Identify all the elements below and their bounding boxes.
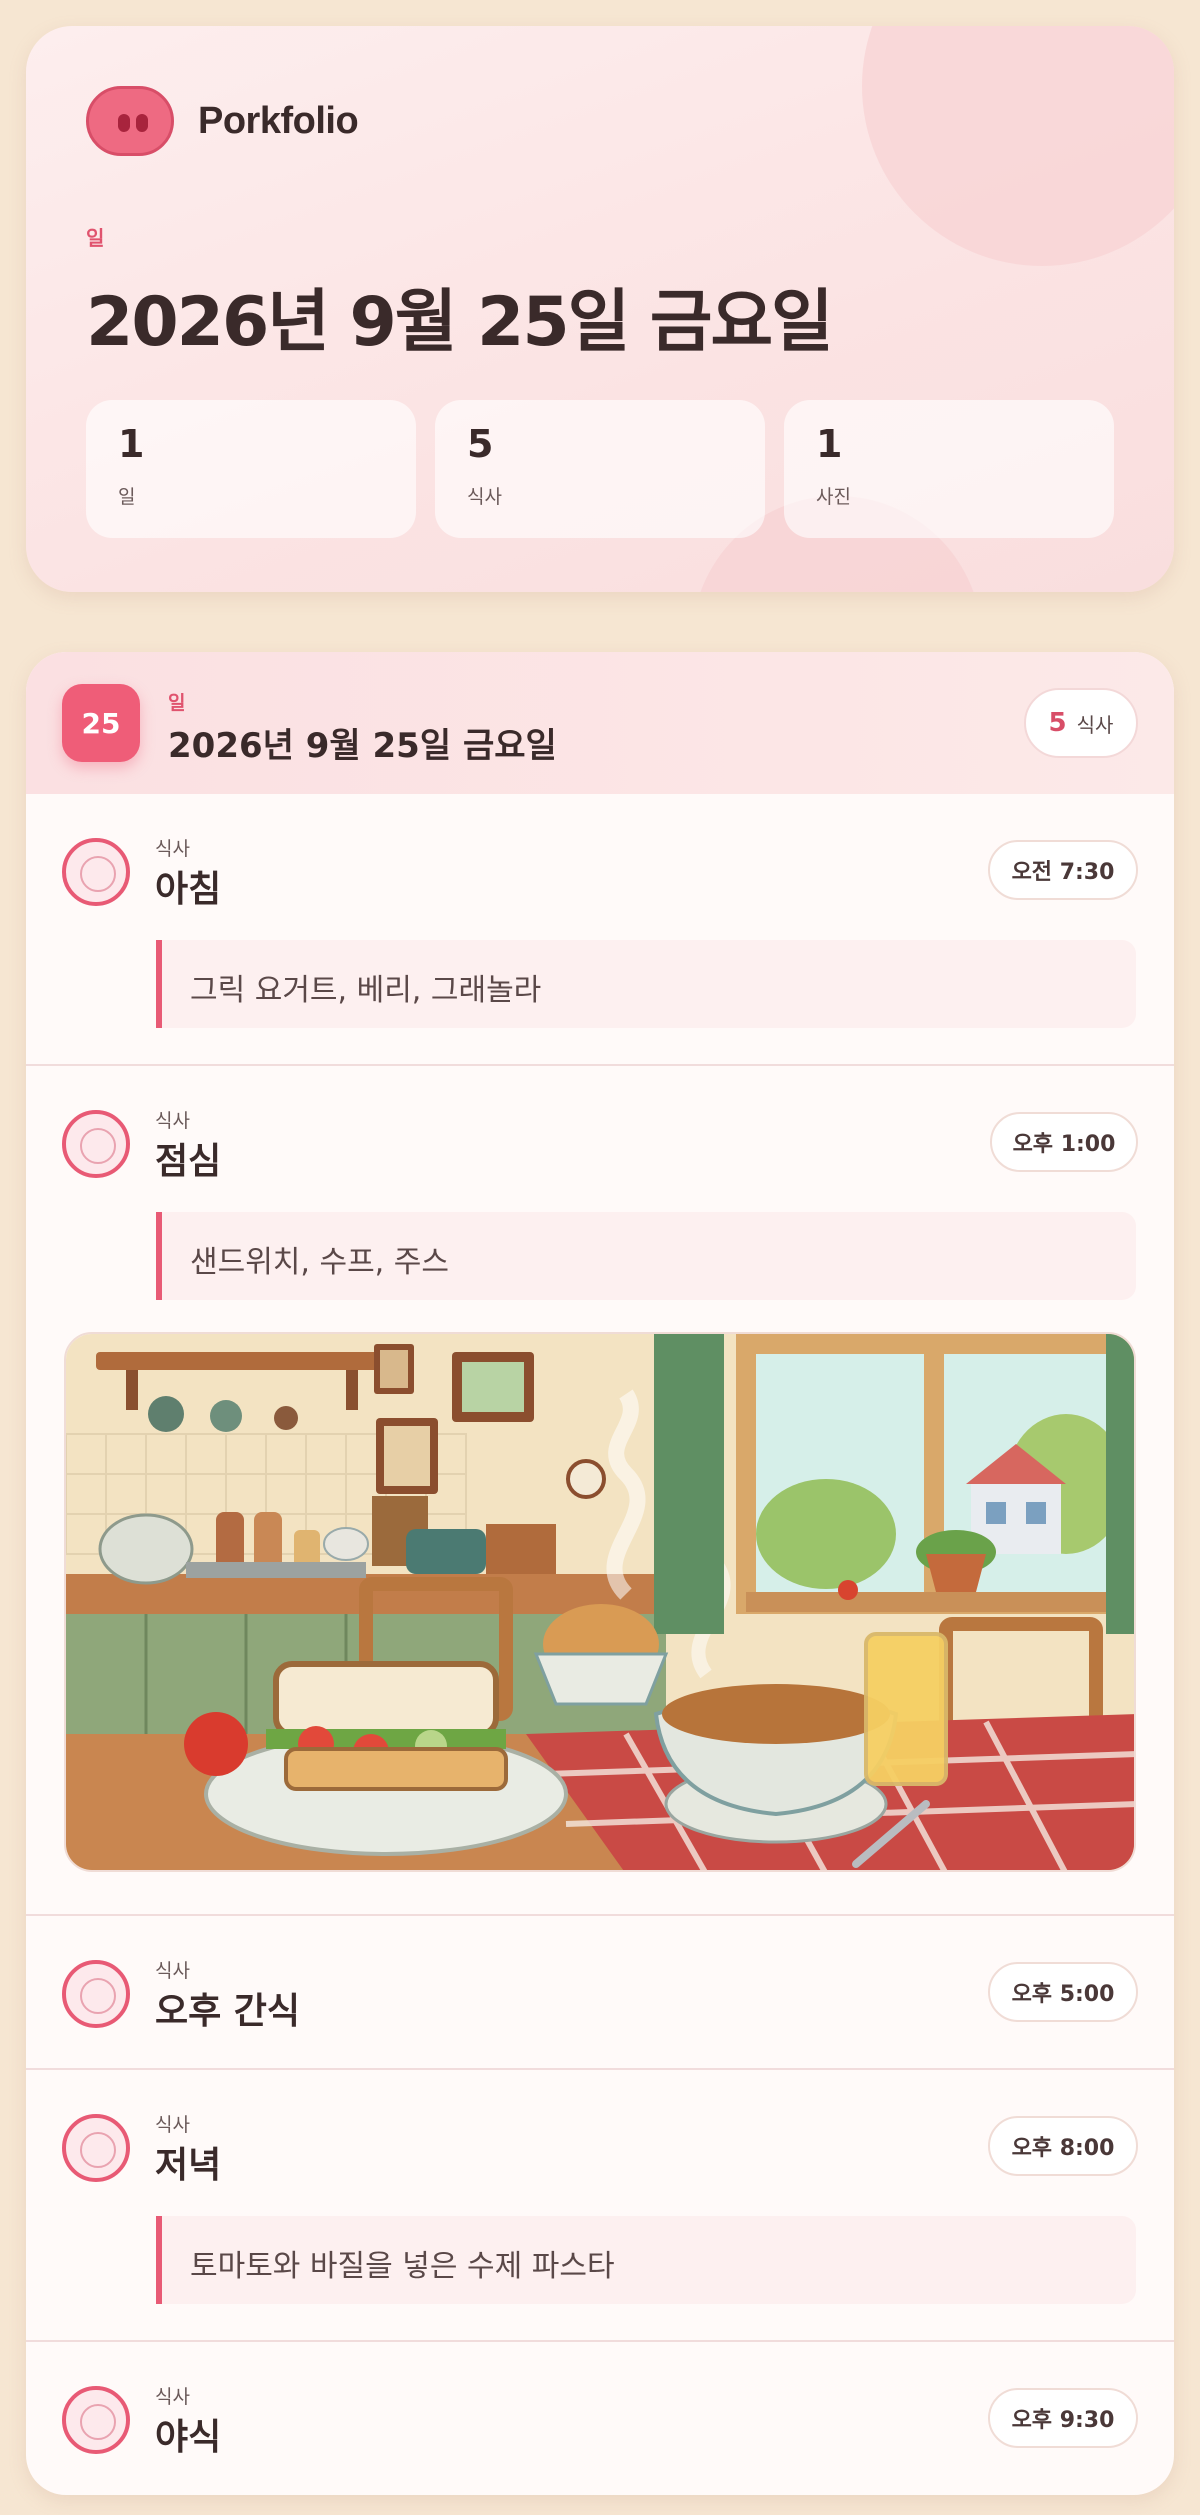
meal-name: 아침 bbox=[155, 869, 222, 910]
meal-photo[interactable] bbox=[64, 1332, 1136, 1872]
meal-time: 오후 5:00 bbox=[988, 1962, 1138, 2022]
brand[interactable]: Porkfolio bbox=[86, 86, 359, 156]
meal-entry-afternoon-snack[interactable]: 식사 오후 간식 오후 5:00 bbox=[26, 1916, 1174, 2068]
meal-name: 오후 간식 bbox=[155, 1991, 301, 2032]
stat-label: 식사 bbox=[467, 486, 502, 508]
stat-value: 1 bbox=[816, 422, 843, 466]
meal-note: 토마토와 바질을 넣은 수제 파스타 bbox=[156, 2216, 1136, 2304]
plate-icon bbox=[62, 1110, 130, 1178]
plate-icon bbox=[62, 1960, 130, 2028]
meal-count-label: 식사 bbox=[1076, 712, 1114, 737]
summary-title: 2026년 9월 25일 금요일 bbox=[86, 283, 834, 362]
stat-label: 사진 bbox=[816, 486, 851, 508]
meal-entry-late-night-snack[interactable]: 식사 야식 오후 9:30 bbox=[26, 2342, 1174, 2494]
stat-meals: 5 식사 bbox=[435, 400, 765, 538]
meal-category: 식사 bbox=[155, 2114, 190, 2136]
meal-time: 오후 8:00 bbox=[988, 2116, 1138, 2176]
day-header[interactable]: 25 일 2026년 9월 25일 금요일 5 식사 bbox=[26, 652, 1174, 794]
meal-category: 식사 bbox=[155, 2386, 190, 2408]
meal-count-badge: 5 식사 bbox=[1024, 688, 1138, 758]
plate-icon bbox=[62, 838, 130, 906]
app-name: Porkfolio bbox=[198, 99, 359, 142]
meal-note-text: 샌드위치, 수프, 주스 bbox=[190, 1245, 449, 1280]
meal-category: 식사 bbox=[155, 838, 190, 860]
meal-note-text: 그릭 요거트, 베리, 그래놀라 bbox=[190, 973, 542, 1008]
day-label: 일 bbox=[168, 692, 186, 714]
stat-photos: 1 사진 bbox=[784, 400, 1114, 538]
summary-card: Porkfolio 일 2026년 9월 25일 금요일 1 일 5 식사 1 … bbox=[26, 26, 1174, 592]
meal-count-value: 5 bbox=[1048, 708, 1067, 738]
meal-note: 샌드위치, 수프, 주스 bbox=[156, 1212, 1136, 1300]
stat-label: 일 bbox=[118, 486, 136, 508]
decorative-blob bbox=[862, 26, 1174, 266]
meal-name: 점심 bbox=[155, 1141, 222, 1182]
summary-label: 일 bbox=[86, 226, 105, 250]
day-card: 25 일 2026년 9월 25일 금요일 5 식사 식사 아침 오전 7:30… bbox=[26, 652, 1174, 2495]
day-title: 2026년 9월 25일 금요일 bbox=[168, 726, 557, 766]
meal-entry-dinner[interactable]: 식사 저녁 오후 8:00 토마토와 바질을 넣은 수제 파스타 bbox=[26, 2070, 1174, 2342]
meal-name: 야식 bbox=[155, 2417, 222, 2458]
meal-name: 저녁 bbox=[155, 2145, 222, 2186]
meal-category: 식사 bbox=[155, 1110, 190, 1132]
plate-icon bbox=[62, 2114, 130, 2182]
meal-time: 오전 7:30 bbox=[988, 840, 1138, 900]
meal-note: 그릭 요거트, 베리, 그래놀라 bbox=[156, 940, 1136, 1028]
meal-time: 오후 9:30 bbox=[988, 2388, 1138, 2448]
pig-snout-icon bbox=[86, 86, 174, 156]
meal-entry-breakfast[interactable]: 식사 아침 오전 7:30 그릭 요거트, 베리, 그래놀라 bbox=[26, 794, 1174, 1084]
stat-days: 1 일 bbox=[86, 400, 416, 538]
meal-photo-illustration bbox=[66, 1334, 1134, 1870]
stat-value: 1 bbox=[118, 422, 145, 466]
stat-value: 5 bbox=[467, 422, 494, 466]
meal-category: 식사 bbox=[155, 1960, 190, 1982]
meal-time: 오후 1:00 bbox=[990, 1112, 1138, 1172]
date-badge: 25 bbox=[62, 684, 140, 762]
meal-note-text: 토마토와 바질을 넣은 수제 파스타 bbox=[190, 2249, 615, 2284]
plate-icon bbox=[62, 2386, 130, 2454]
